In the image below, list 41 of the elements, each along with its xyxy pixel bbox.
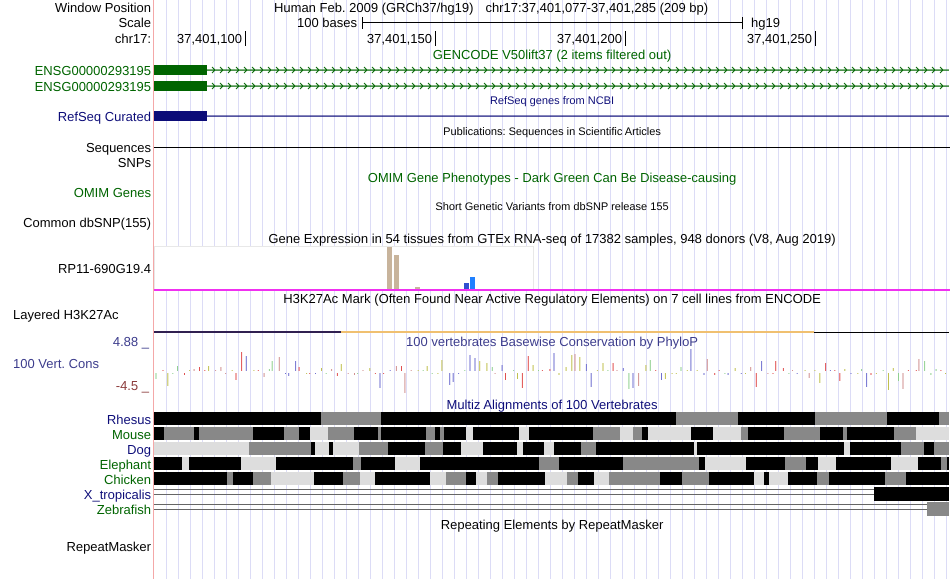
track-label[interactable]: OMIM Genes	[74, 185, 151, 200]
track-label[interactable]: Chicken	[104, 472, 151, 487]
ruler-tick-label: 37,401,100	[154, 31, 246, 46]
assembly-title: Human Feb. 2009 (GRCh37/hg19)	[274, 0, 474, 16]
ruler-tick-label: 37,401,250	[626, 31, 816, 46]
row-label: chr17:	[114, 31, 151, 46]
track-title: Repeating Elements by RepeatMasker	[440, 516, 664, 532]
track-title: Multiz Alignments of 100 Vertebrates	[446, 396, 658, 412]
track-label[interactable]: Zebrafish	[96, 502, 151, 517]
track-title: 100 vertebrates Basewise Conservation by PhyloP	[406, 334, 698, 349]
axis-min-label: -4.5 _	[116, 378, 150, 393]
row-label: Window Position	[54, 0, 151, 16]
track-label[interactable]: RepeatMasker	[66, 538, 151, 554]
ruler-tick-label: 37,401,200	[436, 31, 626, 46]
track-label[interactable]: 100 Vert. Cons	[0, 356, 151, 371]
track-title: GENCODE V50lift37 (2 items filtered out)	[432, 47, 672, 62]
track-title: OMIM Gene Phenotypes - Dark Green Can Be Disease-causing	[368, 170, 736, 186]
track-label[interactable]: ENSG00000293195	[34, 62, 151, 78]
track-title: Short Genetic Variants from dbSNP release 155	[435, 200, 669, 216]
track-label[interactable]: X_tropicalis	[84, 486, 151, 502]
track-title: H3K27Ac Mark (Often Found Near Active Regulatory Elements) on 7 cell lines from ENCODE	[283, 291, 821, 306]
track-label[interactable]: Common dbSNP(155)	[23, 215, 151, 230]
ruler-tick-label: 37,401,150	[246, 31, 436, 46]
track-title: Gene Expression in 54 tissues from GTEx RNA-seq of 17382 samples, 948 donors (V8, Aug 2019)	[268, 230, 836, 246]
track-label[interactable]: RP11-690G19.4	[58, 261, 151, 276]
track-label[interactable]: Layered H3K27Ac	[13, 307, 119, 322]
track-label[interactable]: Sequences	[86, 140, 151, 156]
track-title: Publications: Sequences in Scientific Articles	[443, 124, 661, 140]
row-label: Scale	[118, 15, 151, 30]
track-title: RefSeq genes from NCBI	[490, 94, 614, 110]
track-label[interactable]: SNPs	[118, 155, 151, 170]
scale-length: 100 bases	[296, 15, 358, 30]
axis-max-label: 4.88 _	[112, 334, 150, 349]
track-label[interactable]: Rhesus	[106, 412, 151, 427]
track-label[interactable]: Elephant	[100, 456, 151, 472]
track-label[interactable]: ENSG00000293195	[34, 78, 151, 94]
assembly-name: hg19	[751, 15, 780, 30]
track-label[interactable]: RefSeq Curated	[58, 108, 151, 124]
track-label[interactable]: Dog	[127, 442, 151, 457]
track-label[interactable]: Mouse	[112, 426, 151, 442]
position-text: chr17:37,401,077-37,401,285 (209 bp)	[485, 0, 708, 16]
